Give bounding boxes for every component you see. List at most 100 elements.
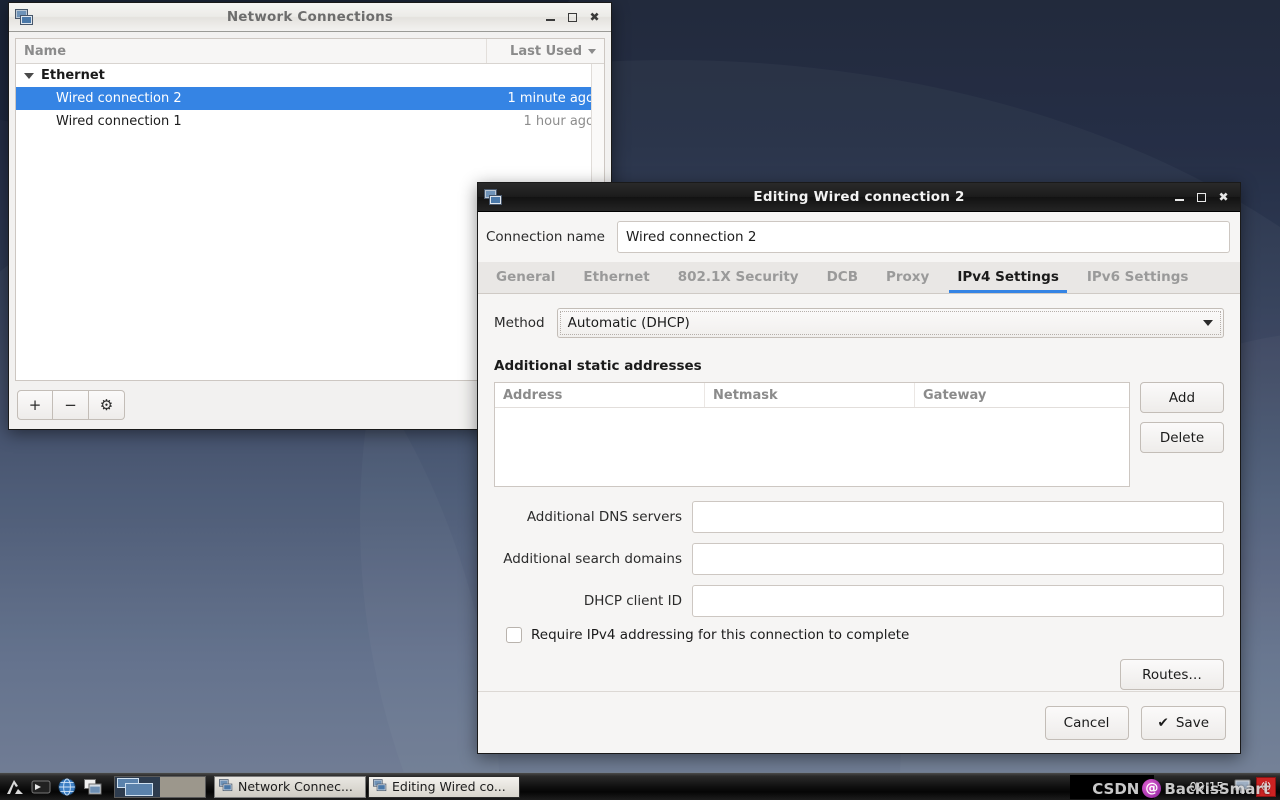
group-label: Ethernet	[41, 68, 105, 83]
add-connection-button[interactable]: +	[17, 390, 53, 420]
windows-icon[interactable]	[82, 776, 104, 798]
network-connections-icon	[15, 8, 34, 26]
column-header-last-used[interactable]: Last Used	[486, 39, 604, 63]
dhcp-client-id-label: DHCP client ID	[583, 593, 682, 609]
network-window-title: Network Connections	[226, 9, 394, 25]
workspace-2[interactable]	[160, 776, 205, 797]
browser-icon[interactable]	[56, 776, 78, 798]
require-ipv4-row: Require IPv4 addressing for this connect…	[506, 627, 1224, 643]
minimize-icon[interactable]	[1173, 191, 1186, 204]
task-button-label: Network Connec...	[238, 779, 353, 794]
tab-ethernet[interactable]: Ethernet	[569, 261, 663, 293]
column-header-address: Address	[495, 383, 705, 407]
connection-last-used: 1 hour ago	[523, 114, 594, 129]
task-button-label: Editing Wired co...	[392, 779, 506, 794]
dns-servers-input[interactable]	[692, 501, 1224, 533]
chevron-down-icon	[1203, 320, 1213, 326]
tab-ipv4-settings[interactable]: IPv4 Settings	[943, 261, 1073, 293]
search-domains-input[interactable]	[692, 543, 1224, 575]
table-row[interactable]: Wired connection 1 1 hour ago	[16, 110, 604, 133]
search-domains-label: Additional search domains	[503, 551, 682, 567]
terminal-icon[interactable]	[30, 776, 52, 798]
gear-icon[interactable]: ⚙	[89, 390, 125, 420]
tab-dcb[interactable]: DCB	[813, 261, 872, 293]
minimize-icon[interactable]	[544, 11, 557, 24]
maximize-icon[interactable]	[566, 11, 579, 24]
edit-dialog-titlebar[interactable]: Editing Wired connection 2 ✖	[478, 183, 1240, 212]
static-addresses-header: Address Netmask Gateway	[495, 383, 1129, 408]
display-icon[interactable]	[1232, 777, 1252, 797]
edit-dialog-body: Connection name Wired connection 2 Gener…	[478, 212, 1240, 753]
column-header-gateway: Gateway	[923, 387, 987, 403]
routes-button[interactable]: Routes…	[1120, 659, 1224, 690]
static-addresses-table[interactable]: Address Netmask Gateway	[494, 382, 1130, 487]
method-label: Method	[494, 315, 545, 331]
network-connections-icon	[219, 778, 233, 795]
connection-name: Wired connection 2	[56, 91, 182, 106]
dialog-footer: Cancel ✔ Save	[478, 691, 1240, 753]
task-button-network-connections[interactable]: Network Connec...	[214, 775, 366, 798]
save-button[interactable]: ✔ Save	[1140, 705, 1226, 740]
cancel-button[interactable]: Cancel	[1044, 705, 1129, 740]
static-addresses-buttons: Add Delete	[1140, 382, 1224, 453]
routes-row: Routes…	[494, 659, 1224, 690]
taskbar: Network Connec... Editing Wired co... 09…	[0, 772, 1280, 800]
power-icon[interactable]: ⏻	[1256, 776, 1276, 797]
network-window-titlebar[interactable]: Network Connections ✖	[9, 3, 611, 32]
workspace-1[interactable]	[115, 776, 160, 797]
tab-ipv6-settings[interactable]: IPv6 Settings	[1073, 261, 1203, 293]
connection-name-row: Connection name Wired connection 2	[478, 212, 1240, 262]
table-row[interactable]: Wired connection 2 1 minute ago	[16, 87, 604, 110]
delete-address-button[interactable]: Delete	[1140, 422, 1224, 453]
tab-proxy[interactable]: Proxy	[872, 261, 943, 293]
pager-window-thumb	[125, 782, 153, 796]
edit-connection-dialog: Editing Wired connection 2 ✖ Connection …	[477, 182, 1241, 754]
column-header-name[interactable]: Name	[16, 39, 486, 63]
list-header: Name Last Used	[16, 39, 604, 64]
column-header-netmask: Netmask	[705, 383, 915, 407]
system-tray: 09:15 ⏻	[1185, 776, 1280, 797]
add-address-button[interactable]: Add	[1140, 382, 1224, 413]
menu-icon[interactable]	[4, 776, 26, 798]
method-select-value: Automatic (DHCP)	[567, 315, 690, 331]
search-domains-row: Additional search domains	[494, 543, 1224, 575]
taskbar-launchers	[0, 775, 206, 798]
check-icon: ✔	[1157, 714, 1169, 731]
method-row: Method Automatic (DHCP)	[494, 308, 1224, 338]
connection-last-used: 1 minute ago	[507, 91, 594, 106]
ipv4-settings-pane: Method Automatic (DHCP) Additional stati…	[478, 294, 1240, 691]
toolbar-button-group: + − ⚙	[17, 390, 125, 420]
dhcp-client-id-input[interactable]	[692, 585, 1224, 617]
connection-name-input[interactable]: Wired connection 2	[616, 221, 1230, 253]
connection-name-label: Connection name	[486, 229, 605, 245]
edit-dialog-title: Editing Wired connection 2	[753, 189, 965, 205]
sort-descending-icon	[588, 48, 596, 54]
tab-8021x-security[interactable]: 802.1X Security	[664, 261, 813, 293]
dns-servers-row: Additional DNS servers	[494, 501, 1224, 533]
connection-name: Wired connection 1	[56, 114, 182, 129]
group-row-ethernet[interactable]: Ethernet	[16, 64, 604, 87]
require-ipv4-label: Require IPv4 addressing for this connect…	[531, 627, 910, 643]
column-header-last-used-label: Last Used	[510, 43, 582, 59]
network-connections-icon	[373, 778, 387, 795]
tab-general[interactable]: General	[482, 261, 569, 293]
method-select[interactable]: Automatic (DHCP)	[556, 308, 1224, 338]
workspace-pager[interactable]	[114, 775, 206, 798]
clock[interactable]: 09:15	[1185, 780, 1228, 794]
close-icon[interactable]: ✖	[1217, 191, 1230, 204]
dhcp-client-id-row: DHCP client ID	[494, 585, 1224, 617]
task-button-editing-wired-connection[interactable]: Editing Wired co...	[368, 775, 520, 798]
require-ipv4-checkbox[interactable]	[506, 627, 522, 643]
chevron-down-icon[interactable]	[24, 72, 34, 79]
settings-tabs: General Ethernet 802.1X Security DCB Pro…	[478, 262, 1240, 294]
remove-connection-button[interactable]: −	[53, 390, 89, 420]
static-addresses-title: Additional static addresses	[494, 358, 702, 374]
taskbar-tasks: Network Connec... Editing Wired co...	[214, 775, 520, 798]
save-button-label: Save	[1175, 714, 1209, 731]
close-icon[interactable]: ✖	[588, 11, 601, 24]
watermark-backdrop	[1070, 775, 1154, 799]
desktop: Network Connections ✖ Name Last Used Eth…	[0, 0, 1280, 800]
network-connections-icon	[484, 188, 503, 206]
maximize-icon[interactable]	[1195, 191, 1208, 204]
static-addresses-block: Address Netmask Gateway Add Delete	[494, 382, 1224, 487]
